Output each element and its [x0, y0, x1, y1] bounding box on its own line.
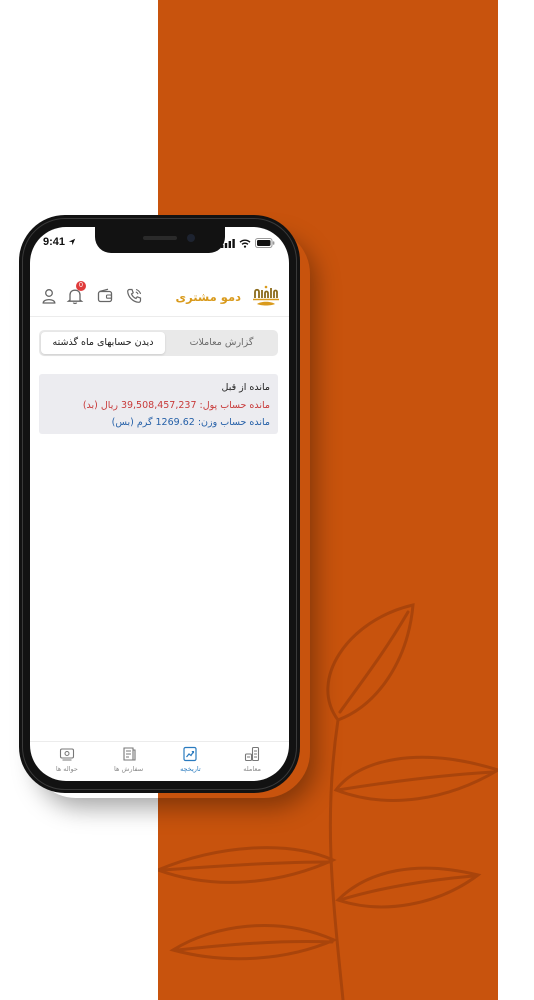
front-camera — [187, 234, 195, 242]
location-arrow-icon — [68, 238, 76, 246]
nav-item-remittances[interactable]: حواله ها — [37, 742, 97, 781]
nav-item-history[interactable]: تاریخچه — [160, 742, 220, 781]
nav-label-remittances: حواله ها — [55, 765, 78, 773]
balance-card: مانده از قبل مانده حساب پول: 39,508,457,… — [39, 374, 278, 434]
balance-card-title: مانده از قبل — [221, 382, 270, 393]
nav-item-orders[interactable]: سفارش ها — [99, 742, 159, 781]
brand-logo-icon — [253, 285, 279, 306]
remittance-icon — [59, 748, 74, 761]
nav-item-trade[interactable]: معامله — [222, 742, 282, 781]
status-bar-right — [221, 238, 275, 248]
wallet-icon[interactable] — [96, 287, 114, 305]
trade-icon — [245, 746, 260, 762]
signal-icon — [221, 238, 235, 248]
tab-trade-report[interactable]: گزارش معاملات — [167, 332, 276, 354]
history-icon — [183, 746, 197, 762]
battery-icon — [255, 238, 275, 248]
phone-frame: 9:41 0 دمو مشتری دیدن حسابهای ماه گذشته … — [19, 215, 300, 793]
report-tabs: دیدن حسابهای ماه گذشته گزارش معاملات — [39, 330, 278, 356]
wifi-icon — [239, 238, 251, 248]
phone-call-icon[interactable] — [125, 287, 143, 305]
speaker-grille — [143, 236, 177, 240]
money-balance-line: مانده حساب پول: 39,508,457,237 ریال (بد) — [82, 399, 270, 411]
app-header: 0 دمو مشتری — [30, 275, 289, 317]
weight-balance-line: مانده حساب وزن: 1269.62 گرم (بس) — [111, 417, 270, 428]
orders-icon — [123, 747, 136, 761]
status-time: 9:41 — [43, 236, 66, 248]
nav-label-orders: سفارش ها — [113, 765, 144, 773]
phone-screen: 9:41 0 دمو مشتری دیدن حسابهای ماه گذشته … — [30, 227, 289, 781]
brand-name: دمو مشتری — [175, 290, 241, 304]
status-bar-left: 9:41 — [43, 236, 76, 248]
bottom-navigation: معامله تاریخچه سفارش ها حواله ها — [30, 741, 289, 781]
nav-label-trade: معامله — [243, 765, 261, 773]
user-icon[interactable] — [40, 287, 58, 305]
notification-badge: 0 — [76, 281, 86, 291]
tab-last-month-accounts[interactable]: دیدن حسابهای ماه گذشته — [41, 332, 165, 354]
phone-notch — [95, 227, 225, 253]
nav-label-history: تاریخچه — [180, 765, 201, 773]
